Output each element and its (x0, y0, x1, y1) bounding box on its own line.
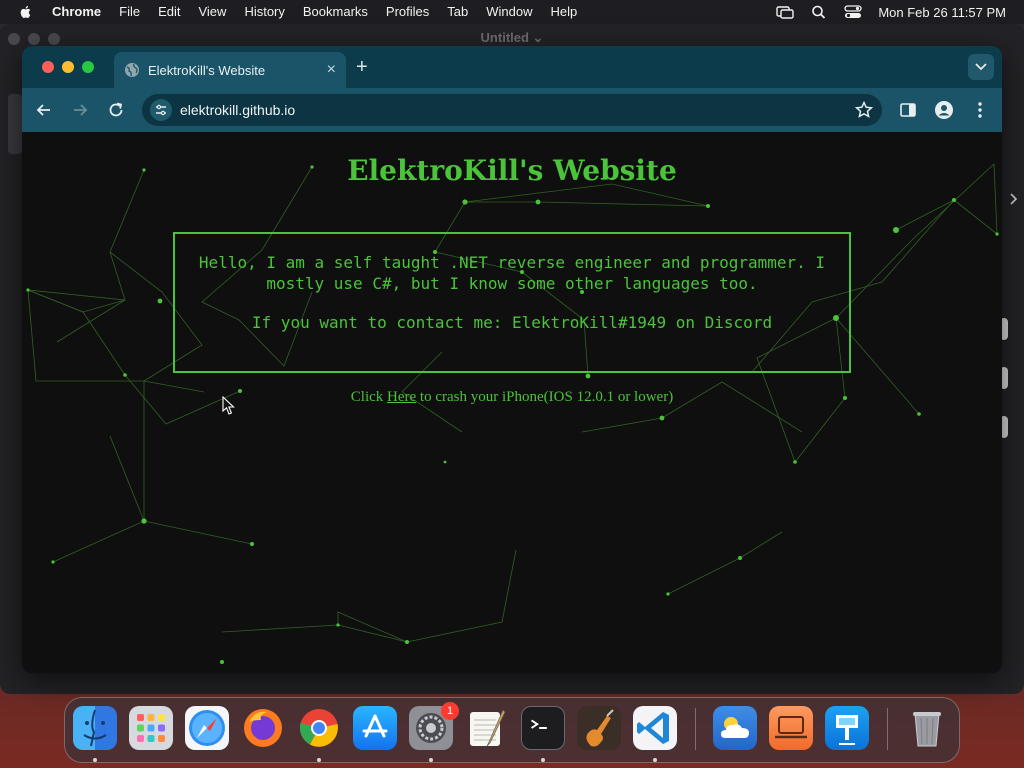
trash-icon[interactable] (905, 706, 949, 750)
url-text[interactable]: elektrokill.github.io (180, 102, 854, 118)
status-area: Mon Feb 26 11:57 PM (760, 0, 1006, 24)
minimize-window-button[interactable] (62, 61, 74, 73)
tab-bar: ElektroKill's Website × + (22, 46, 1002, 88)
chevron-right-icon[interactable] (1008, 192, 1020, 206)
mouse-cursor-icon (222, 396, 235, 415)
browser-toolbar: elektrokill.github.io (22, 88, 1002, 132)
running-indicator (653, 758, 657, 762)
intro-box: Hello, I am a self taught .NET reverse e… (173, 232, 851, 373)
stage-manager-icon[interactable] (776, 5, 795, 19)
notification-badge: 1 (441, 702, 459, 720)
weather-icon[interactable] (713, 706, 757, 750)
page-title: ElektroKill's Website (347, 154, 677, 187)
contact-text: If you want to contact me: ElektroKill#1… (251, 313, 773, 332)
menu-clock[interactable]: Mon Feb 26 11:57 PM (878, 5, 1006, 20)
web-page: ElektroKill's Website Hello, I am a self… (22, 132, 1002, 673)
crash-suffix-text: to crash your iPhone(IOS 12.0.1 or lower… (416, 389, 674, 405)
textedit-icon[interactable] (465, 706, 509, 750)
crash-link[interactable]: Here (387, 389, 416, 405)
launchpad-icon[interactable] (129, 706, 173, 750)
menu-tab[interactable]: Tab (447, 0, 468, 24)
chrome-icon[interactable] (297, 706, 341, 750)
chrome-window: ElektroKill's Website × + elektrokill.gi… (22, 46, 1002, 673)
globe-icon (125, 63, 139, 77)
menu-view[interactable]: View (198, 0, 226, 24)
finder-icon[interactable] (73, 706, 117, 750)
forward-arrow-icon[interactable] (70, 100, 90, 120)
close-window-button[interactable] (42, 61, 54, 73)
zoom-window-button[interactable] (82, 61, 94, 73)
crash-prefix-text: Click (350, 389, 388, 405)
apple-menu-icon[interactable] (16, 4, 36, 20)
search-icon[interactable] (810, 5, 828, 19)
menu-bookmarks[interactable]: Bookmarks (303, 0, 368, 24)
side-panel-icon[interactable] (898, 100, 918, 120)
keynote-icon[interactable] (825, 706, 869, 750)
terminal-icon[interactable] (521, 706, 565, 750)
intro-text: Hello, I am a self taught .NET reverse e… (198, 253, 826, 293)
menu-file[interactable]: File (119, 0, 140, 24)
menu-profiles[interactable]: Profiles (386, 0, 429, 24)
site-settings-icon[interactable] (150, 99, 172, 121)
control-center-icon[interactable] (844, 5, 862, 19)
chevron-down-icon (975, 63, 987, 71)
tab-close-icon[interactable]: × (327, 61, 336, 79)
menu-help[interactable]: Help (551, 0, 578, 24)
garageband-icon[interactable] (577, 706, 621, 750)
profile-icon[interactable] (934, 100, 954, 120)
back-arrow-icon[interactable] (34, 100, 54, 120)
running-indicator (541, 758, 545, 762)
address-bar[interactable]: elektrokill.github.io (142, 94, 882, 126)
safari-icon[interactable] (185, 706, 229, 750)
new-tab-button[interactable]: + (356, 56, 368, 79)
firefox-icon[interactable] (241, 706, 285, 750)
dock: 1 (64, 697, 960, 763)
background-window-title: Untitled ⌄ (480, 30, 544, 45)
menu-history[interactable]: History (244, 0, 284, 24)
bookmark-star-icon[interactable] (854, 100, 874, 120)
crash-line: Click Here to crash your iPhone(IOS 12.0… (22, 389, 1002, 406)
reload-icon[interactable] (106, 100, 126, 120)
browser-tab[interactable]: ElektroKill's Website × (114, 52, 346, 88)
tab-search-button[interactable] (968, 54, 994, 80)
dock-separator (695, 708, 696, 750)
app-store-icon[interactable] (353, 706, 397, 750)
menu-bar: Chrome File Edit View History Bookmarks … (0, 0, 1024, 24)
more-options-icon[interactable] (970, 100, 990, 120)
menu-window[interactable]: Window (486, 0, 532, 24)
screen-sharing-icon[interactable] (769, 706, 813, 750)
running-indicator (317, 758, 321, 762)
window-controls (42, 61, 94, 73)
tab-title: ElektroKill's Website (148, 62, 266, 78)
dock-separator (887, 708, 888, 750)
running-indicator (93, 758, 97, 762)
background-window-sidebar (8, 94, 22, 154)
menu-edit[interactable]: Edit (158, 0, 180, 24)
menu-app-name[interactable]: Chrome (52, 0, 101, 24)
running-indicator (429, 758, 433, 762)
vscode-icon[interactable] (633, 706, 677, 750)
